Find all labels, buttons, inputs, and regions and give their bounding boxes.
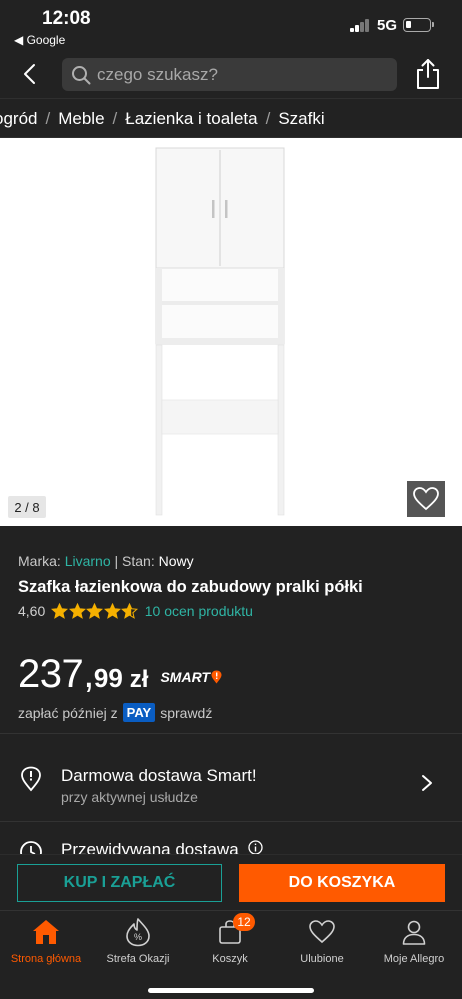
smart-label: SMART <box>160 669 210 685</box>
smart-badge: SMART <box>160 669 222 685</box>
home-indicator <box>148 988 314 993</box>
status-time: 12:08 <box>42 8 91 29</box>
product-meta: Marka: Livarno | Stan: Nowy <box>18 553 448 569</box>
divider <box>0 733 462 734</box>
image-counter: 2 / 8 <box>8 496 46 518</box>
breadcrumb-item[interactable]: Szafki <box>278 109 324 128</box>
delivery-pin-icon <box>21 766 41 792</box>
add-to-cart-button[interactable]: DO KOSZYKA <box>239 864 445 902</box>
product-title: Szafka łazienkowa do zabudowy pralki pół… <box>18 578 363 596</box>
battery-icon <box>403 18 434 32</box>
product-image <box>155 147 285 516</box>
back-arrow-icon[interactable] <box>16 60 42 88</box>
status-bar: 12:08 ◀ Google 5G <box>0 0 462 50</box>
tab-deals-label: Strefa Okazji <box>106 953 170 965</box>
heart-icon <box>413 487 439 511</box>
tab-home[interactable]: Strona główna <box>0 917 92 977</box>
pay-later-check-link[interactable]: sprawdź <box>160 705 212 721</box>
breadcrumb-item[interactable]: ogród <box>0 109 37 128</box>
share-icon[interactable] <box>414 58 442 90</box>
search-bar[interactable]: czego szukasz? <box>62 58 397 91</box>
tab-cart[interactable]: 12 Koszyk <box>184 913 276 977</box>
price-main: 237, <box>18 652 94 696</box>
reviews-link[interactable]: 10 ocen produktu <box>145 603 253 619</box>
state-label: | Stan: <box>114 553 155 569</box>
star-icon <box>68 603 86 619</box>
info-icon[interactable] <box>248 840 263 854</box>
expected-delivery-row[interactable]: Przewidywana dostawa <box>0 822 462 854</box>
star-icon <box>121 603 139 619</box>
star-icon <box>86 603 104 619</box>
brand-label: Marka: <box>18 553 61 569</box>
breadcrumb-separator: / <box>112 109 118 128</box>
brand-link[interactable]: Livarno <box>65 553 111 569</box>
add-to-favorites-button[interactable] <box>407 481 445 517</box>
signal-icon <box>350 19 370 32</box>
tab-my-allegro[interactable]: Moje Allegro <box>368 917 460 977</box>
rating-stars <box>51 603 139 619</box>
tab-cart-label: Koszyk <box>212 953 248 965</box>
expected-delivery-title: Przewidywana dostawa <box>61 840 239 854</box>
bottom-tab-bar: Strona główna % Strefa Okazji 12 Koszyk … <box>0 910 462 999</box>
rating-row[interactable]: 4,60 10 ocen produktu <box>18 603 448 619</box>
breadcrumb-item[interactable]: Łazienka i toaleta <box>125 109 257 128</box>
price-currency: zł <box>129 666 149 693</box>
pay-later-row[interactable]: zapłać później z PAY sprawdź <box>18 703 212 722</box>
svg-text:%: % <box>134 932 142 942</box>
price: 237, 99 zł SMART <box>18 652 222 697</box>
product-image-gallery[interactable] <box>0 138 462 526</box>
buy-now-button[interactable]: KUP I ZAPŁAĆ <box>17 864 222 902</box>
breadcrumb-separator: / <box>45 109 51 128</box>
star-icon <box>103 603 121 619</box>
search-input[interactable]: czego szukasz? <box>97 65 218 85</box>
back-to-app-link[interactable]: ◀ Google <box>14 33 65 47</box>
home-icon <box>31 917 61 947</box>
breadcrumb-separator: / <box>265 109 271 128</box>
price-decimal: 99 <box>93 663 123 693</box>
delivery-title: Darmowa dostawa Smart! <box>61 766 257 785</box>
network-type: 5G <box>377 17 398 34</box>
search-icon <box>70 64 92 86</box>
heart-icon <box>307 917 337 947</box>
clock-icon <box>20 841 42 854</box>
pay-badge: PAY <box>122 703 156 722</box>
smart-logo-icon <box>211 670 222 684</box>
deals-icon: % <box>123 917 153 947</box>
tab-home-label: Strona główna <box>10 953 82 965</box>
user-icon <box>399 917 429 947</box>
top-navigation: czego szukasz? <box>0 50 462 98</box>
delivery-row[interactable]: Darmowa dostawa Smart! przy aktywnej usł… <box>0 748 462 820</box>
chevron-right-icon <box>422 775 432 791</box>
breadcrumb: ogród / Meble / Łazienka i toaleta / Szafki <box>0 98 462 138</box>
purchase-actions: KUP I ZAPŁAĆ DO KOSZYKA <box>0 854 462 910</box>
product-details: Marka: Livarno | Stan: Nowy Szafka łazie… <box>18 553 448 619</box>
tab-deals[interactable]: % Strefa Okazji <box>92 917 184 977</box>
star-icon <box>51 603 69 619</box>
tab-favorites-label: Ulubione <box>300 953 344 965</box>
breadcrumb-item[interactable]: Meble <box>58 109 104 128</box>
tab-favorites[interactable]: Ulubione <box>276 917 368 977</box>
pay-later-text: zapłać później z <box>18 704 118 721</box>
cart-count-badge: 12 <box>233 913 255 931</box>
tab-my-allegro-label: Moje Allegro <box>383 953 445 965</box>
delivery-subtitle: przy aktywnej usłudze <box>61 789 198 805</box>
rating-value: 4,60 <box>18 603 46 619</box>
cart-icon: 12 <box>215 913 255 947</box>
state-value: Nowy <box>158 553 194 569</box>
